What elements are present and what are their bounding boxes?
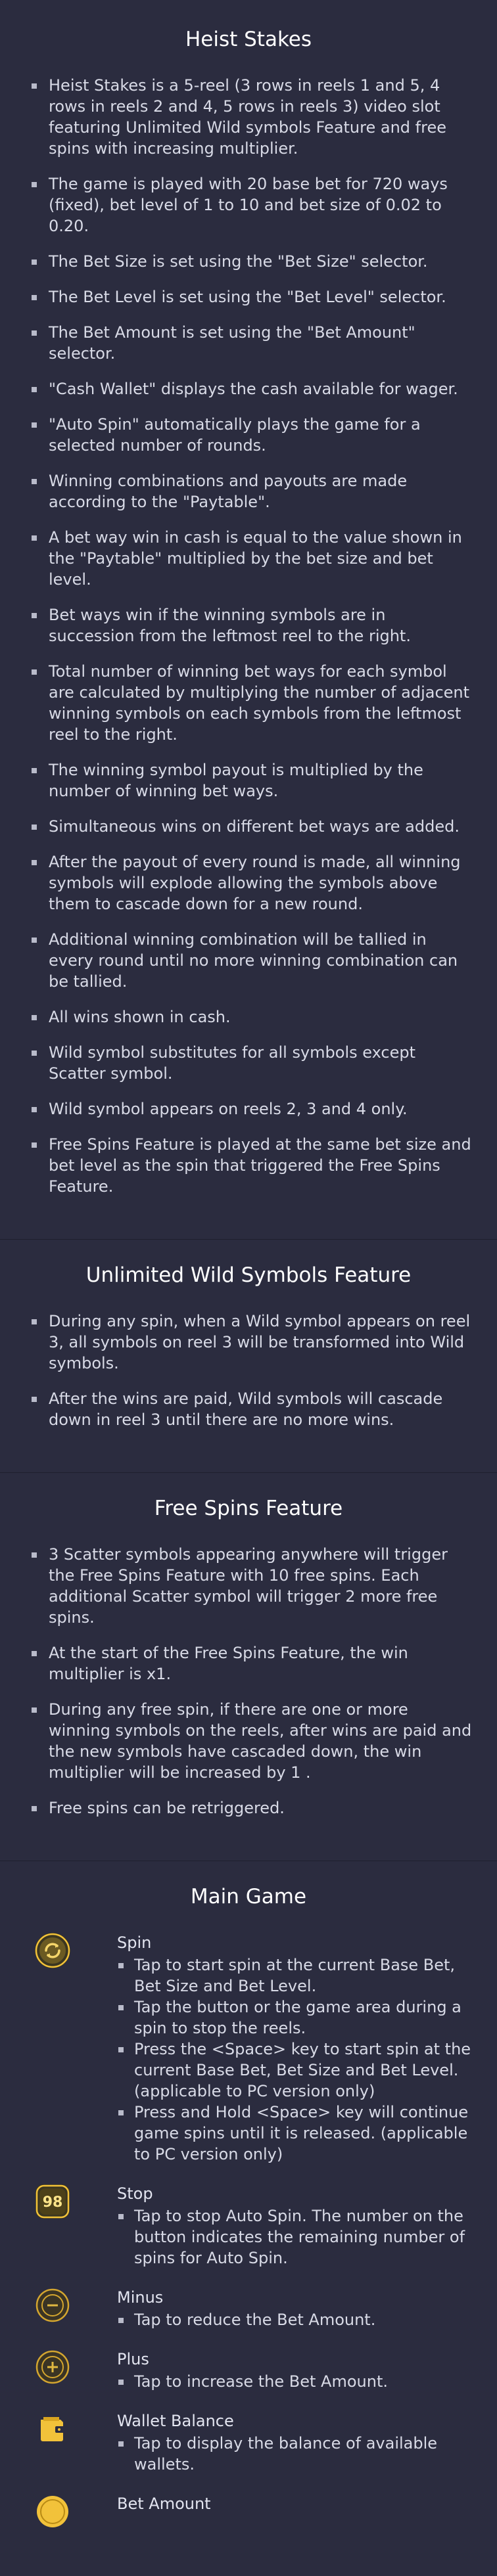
control-name: Stop	[117, 2184, 153, 2203]
rule-item: Wild symbol substitutes for all symbols …	[32, 1042, 475, 1084]
stop-autospin-icon: 98	[34, 2183, 71, 2220]
section-title: Main Game	[190, 1885, 307, 1909]
minus-icon	[34, 2287, 71, 2324]
rule-item: All wins shown in cash.	[32, 1006, 475, 1028]
rules-list: During any spin, when a Wild symbol appe…	[0, 1311, 497, 1430]
control-bet-amount: Bet Amount	[34, 2493, 475, 2530]
plus-icon	[34, 2349, 71, 2385]
control-wallet: Wallet Balance Tap to display the balanc…	[34, 2410, 475, 2475]
rule-item: During any free spin, if there are one o…	[32, 1699, 475, 1783]
rule-item: Free Spins Feature is played at the same…	[32, 1134, 475, 1197]
rule-item: Additional winning combination will be t…	[32, 929, 475, 992]
control-spin: Spin Tap to start spin at the current Ba…	[34, 1932, 475, 2165]
spin-icon	[34, 1932, 71, 1969]
control-desc: Press the <Space> key to start spin at t…	[117, 2039, 475, 2102]
rule-item: The Bet Size is set using the "Bet Size"…	[32, 251, 475, 272]
section-title: Unlimited Wild Symbols Feature	[85, 1263, 412, 1287]
control-desc: Tap to stop Auto Spin. The number on the…	[117, 2205, 475, 2269]
control-desc: Tap to start spin at the current Base Be…	[117, 1955, 475, 1997]
control-name: Minus	[117, 2288, 164, 2307]
bet-amount-icon	[34, 2493, 71, 2530]
control-name: Bet Amount	[117, 2495, 211, 2513]
rule-item: A bet way win in cash is equal to the va…	[32, 527, 475, 590]
rule-item: Simultaneous wins on different bet ways …	[32, 816, 475, 837]
rule-item: The Bet Amount is set using the "Bet Amo…	[32, 322, 475, 364]
rule-item: Wild symbol appears on reels 2, 3 and 4 …	[32, 1098, 475, 1119]
rule-item: The Bet Level is set using the "Bet Leve…	[32, 286, 475, 307]
rule-item: "Auto Spin" automatically plays the game…	[32, 414, 475, 456]
rule-item: Heist Stakes is a 5-reel (3 rows in reel…	[32, 75, 475, 159]
rule-item: During any spin, when a Wild symbol appe…	[32, 1311, 475, 1374]
control-minus: Minus Tap to reduce the Bet Amount.	[34, 2287, 475, 2330]
stop-badge-number: 98	[43, 2194, 63, 2211]
control-plus: Plus Tap to increase the Bet Amount.	[34, 2349, 475, 2392]
rule-item: The winning symbol payout is multiplied …	[32, 759, 475, 802]
section-title: Free Spins Feature	[154, 1497, 343, 1520]
section-free-spins: Free Spins Feature 3 Scatter symbols app…	[0, 1473, 497, 1861]
control-desc: Tap to reduce the Bet Amount.	[117, 2309, 475, 2330]
rules-list: 3 Scatter symbols appearing anywhere wil…	[0, 1544, 497, 1819]
control-name: Wallet Balance	[117, 2412, 234, 2430]
section-title: Heist Stakes	[185, 28, 312, 51]
control-stop: 98 Stop Tap to stop Auto Spin. The numbe…	[34, 2183, 475, 2269]
control-name: Spin	[117, 1933, 152, 1952]
rule-item: Free spins can be retriggered.	[32, 1797, 475, 1819]
rule-item: Total number of winning bet ways for eac…	[32, 661, 475, 745]
rule-item: "Cash Wallet" displays the cash availabl…	[32, 378, 475, 399]
section-heist-stakes: Heist Stakes Heist Stakes is a 5-reel (3…	[0, 0, 497, 1240]
rule-item: The game is played with 20 base bet for …	[32, 173, 475, 237]
rule-item: After the payout of every round is made,…	[32, 851, 475, 915]
rule-item: Winning combinations and payouts are mad…	[32, 470, 475, 512]
rule-item: After the wins are paid, Wild symbols wi…	[32, 1388, 475, 1430]
control-desc: Tap the button or the game area during a…	[117, 1997, 475, 2039]
section-unlimited-wild: Unlimited Wild Symbols Feature During an…	[0, 1240, 497, 1473]
control-desc: Tap to display the balance of available …	[117, 2433, 475, 2475]
rule-item: Bet ways win if the winning symbols are …	[32, 604, 475, 646]
wallet-icon	[34, 2410, 71, 2447]
controls-list: Spin Tap to start spin at the current Ba…	[0, 1932, 497, 2530]
control-desc: Press and Hold <Space> key will continue…	[117, 2102, 475, 2165]
control-desc: Tap to increase the Bet Amount.	[117, 2371, 475, 2392]
control-name: Plus	[117, 2350, 149, 2368]
section-main-game: Main Game Spin Tap to start spin at the …	[0, 1861, 497, 2576]
rule-item: At the start of the Free Spins Feature, …	[32, 1642, 475, 1684]
rule-item: 3 Scatter symbols appearing anywhere wil…	[32, 1544, 475, 1628]
rules-list: Heist Stakes is a 5-reel (3 rows in reel…	[0, 75, 497, 1197]
